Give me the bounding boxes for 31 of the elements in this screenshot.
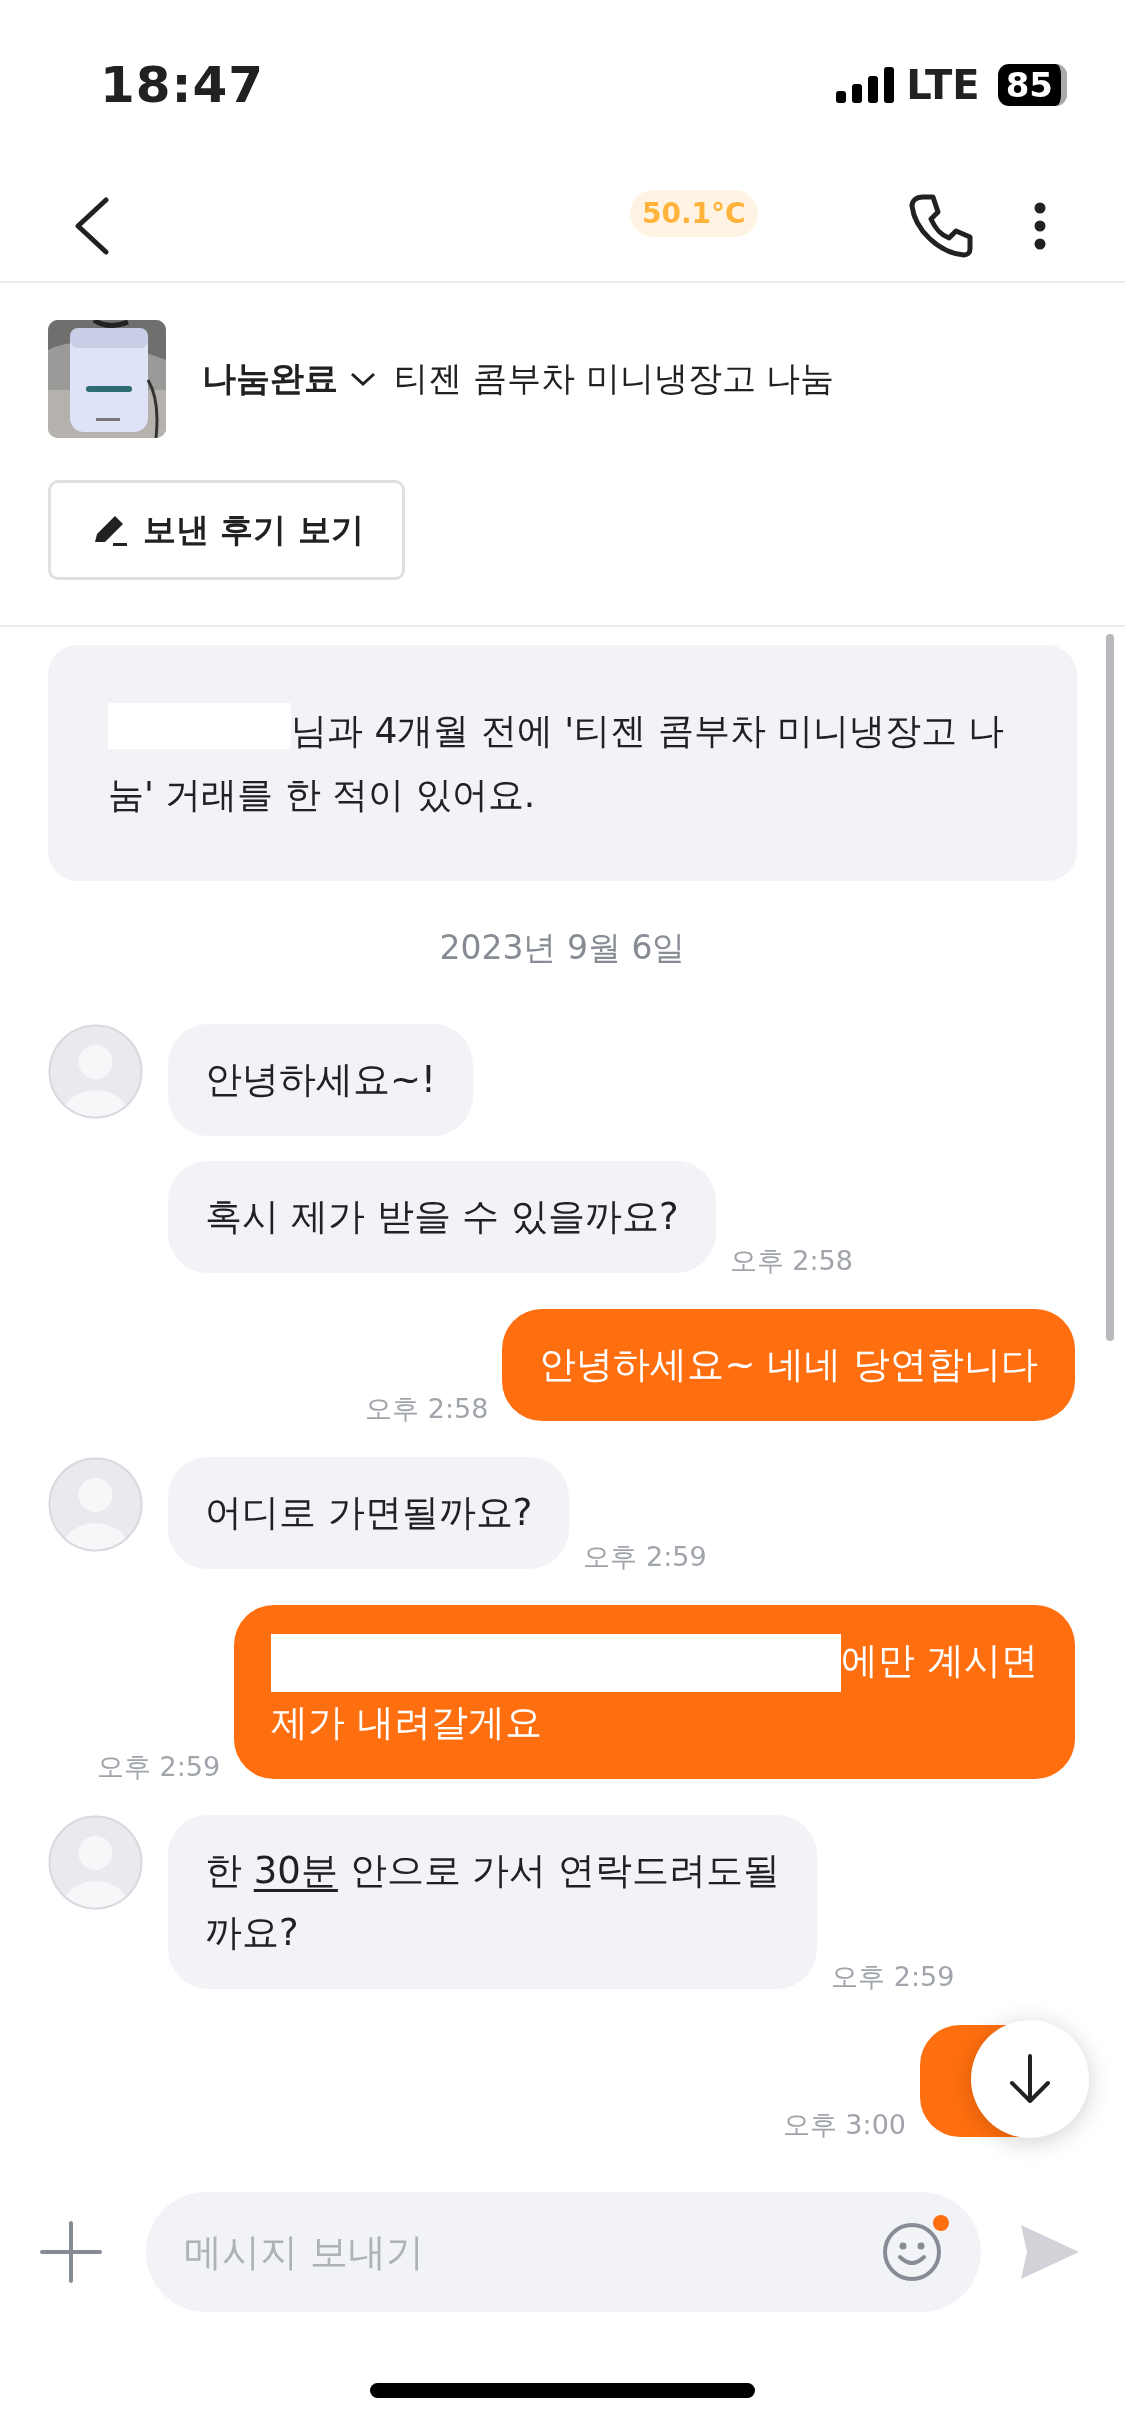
arrow-down-icon xyxy=(1008,2053,1052,2105)
temperature-badge: 50.1°C xyxy=(630,190,758,237)
more-icon[interactable] xyxy=(1033,201,1047,250)
message-time: 오후 2:58 xyxy=(729,1244,853,1278)
clock: 18:47 xyxy=(100,56,265,114)
message-input-field[interactable]: 메시지 보내기 xyxy=(146,2192,981,2312)
message-text: 한 30분 안으로 가서 연락드려도될 까요? xyxy=(205,1848,781,1956)
message-time: 오후 2:59 xyxy=(97,1750,221,1784)
message-time: 오후 2:59 xyxy=(583,1540,707,1574)
notice-text: 님과 4개월 전에 '티젠 콤부차 미니냉장고 나눔' 거래를 한 적이 있어요. xyxy=(108,699,1021,827)
message-text: 어디로 가면될까요? xyxy=(205,1490,533,1536)
message-text: 안녕하세요~ 네네 당연합니다 xyxy=(539,1342,1038,1388)
message-text: 안녕하세요~! xyxy=(205,1057,436,1103)
message-text: 에만 계시면 제가 내려갈게요 xyxy=(271,1630,1038,1754)
status-dropdown[interactable]: 나눔완료 xyxy=(202,356,338,402)
chevron-down-icon[interactable] xyxy=(350,371,376,387)
emoji-icon[interactable] xyxy=(881,2221,943,2283)
signal-icon xyxy=(836,67,895,103)
back-icon[interactable] xyxy=(72,196,112,255)
phone-icon[interactable] xyxy=(909,193,973,258)
scrollbar[interactable] xyxy=(1106,634,1114,1341)
network-label: LTE xyxy=(906,62,980,108)
message-time: 오후 3:00 xyxy=(782,2108,906,2142)
product-title: 티젠 콤부차 미니냉장고 나눔 xyxy=(394,357,835,400)
date-label: 2023년 9월 6일 xyxy=(439,928,686,967)
message-time: 오후 2:59 xyxy=(831,1960,955,1994)
message-text: 혹시 제가 받을 수 있을까요? xyxy=(205,1194,679,1240)
message-time: 오후 2:58 xyxy=(365,1392,489,1426)
battery-indicator: 85 xyxy=(997,64,1067,106)
add-icon[interactable] xyxy=(40,2221,102,2283)
review-button[interactable]: 보낸 후기 보기 xyxy=(48,480,405,580)
